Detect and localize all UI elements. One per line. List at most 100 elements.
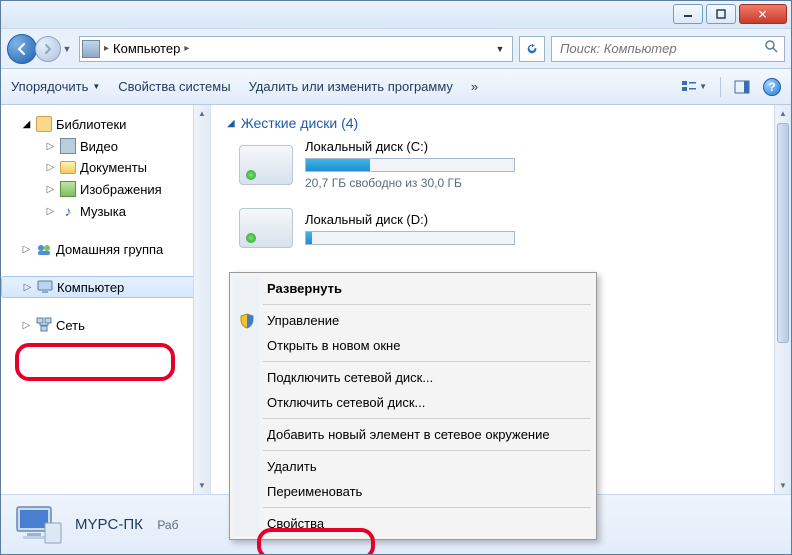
computer-large-icon xyxy=(15,503,63,547)
expander-icon[interactable]: ◢ xyxy=(21,119,32,130)
search-input[interactable] xyxy=(558,40,758,57)
drive-icon xyxy=(239,145,293,185)
minimize-button[interactable] xyxy=(673,4,703,24)
sidebar-item-label: Документы xyxy=(80,160,147,175)
ctx-label: Свойства xyxy=(267,516,324,531)
expander-icon[interactable]: ▷ xyxy=(45,141,56,152)
scroll-down-icon[interactable]: ▼ xyxy=(775,477,791,494)
sidebar-item-homegroup[interactable]: ▷ Домашняя группа xyxy=(1,238,210,260)
nav-tree: ◢ Библиотеки ▷ Видео ▷ Документы ▷ xyxy=(1,113,210,336)
drive-usage-bar xyxy=(305,231,515,245)
drive-item-c[interactable]: Локальный диск (C:) 20,7 ГБ свободно из … xyxy=(239,139,775,190)
organize-label: Упорядочить xyxy=(11,79,88,94)
sidebar-item-label: Библиотеки xyxy=(56,117,126,132)
help-button[interactable]: ? xyxy=(763,78,781,96)
back-button[interactable] xyxy=(7,34,37,64)
ctx-expand[interactable]: Развернуть xyxy=(233,276,593,301)
drive-name: Локальный диск (D:) xyxy=(305,212,515,227)
ctx-disconnect-network-drive[interactable]: Отключить сетевой диск... xyxy=(233,390,593,415)
ctx-delete[interactable]: Удалить xyxy=(233,454,593,479)
expander-icon[interactable]: ▷ xyxy=(45,206,56,217)
ctx-label: Открыть в новом окне xyxy=(267,338,400,353)
search-box[interactable] xyxy=(551,36,785,62)
sidebar-item-label: Домашняя группа xyxy=(56,242,163,257)
sidebar-scrollbar[interactable]: ▲ ▼ xyxy=(193,105,210,494)
documents-icon xyxy=(60,161,76,174)
sidebar-item-pictures[interactable]: ▷ Изображения xyxy=(1,178,210,200)
details-computer-name: MYPC-ПК xyxy=(75,516,143,533)
chevron-down-icon: ▼ xyxy=(92,82,100,91)
ctx-label: Управление xyxy=(267,313,339,328)
expander-icon[interactable]: ▷ xyxy=(45,162,56,173)
drive-free-text: 20,7 ГБ свободно из 30,0 ГБ xyxy=(305,176,515,190)
content-scrollbar[interactable]: ▲ ▼ xyxy=(774,105,791,494)
expander-icon[interactable]: ▷ xyxy=(45,184,56,195)
drive-info: Локальный диск (C:) 20,7 ГБ свободно из … xyxy=(305,139,515,190)
ctx-properties[interactable]: Свойства xyxy=(233,511,593,536)
drive-icon xyxy=(239,208,293,248)
expander-icon[interactable]: ▷ xyxy=(21,244,32,255)
drive-name: Локальный диск (C:) xyxy=(305,139,515,154)
ctx-add-network-location[interactable]: Добавить новый элемент в сетевое окружен… xyxy=(233,422,593,447)
scroll-up-icon[interactable]: ▲ xyxy=(194,105,210,122)
music-icon: ♪ xyxy=(60,203,76,219)
ctx-label: Отключить сетевой диск... xyxy=(267,395,425,410)
expander-icon[interactable]: ▷ xyxy=(22,282,33,293)
sidebar-item-label: Музыка xyxy=(80,204,126,219)
ctx-label: Подключить сетевой диск... xyxy=(267,370,433,385)
section-title: Жесткие диски (4) xyxy=(241,115,359,131)
uninstall-label: Удалить или изменить программу xyxy=(249,79,453,94)
sidebar-item-label: Компьютер xyxy=(57,280,124,295)
network-icon xyxy=(36,317,52,333)
refresh-button[interactable] xyxy=(519,36,545,62)
drive-info: Локальный диск (D:) xyxy=(305,212,515,245)
address-dropdown[interactable]: ▼ xyxy=(490,37,510,61)
collapse-icon[interactable]: ◢ xyxy=(227,118,235,129)
section-header-drives[interactable]: ◢ Жесткие диски (4) xyxy=(227,115,775,131)
ctx-manage[interactable]: Управление xyxy=(233,308,593,333)
sidebar-item-libraries[interactable]: ◢ Библиотеки xyxy=(1,113,210,135)
overflow-label: » xyxy=(471,79,478,94)
preview-pane-button[interactable] xyxy=(729,77,755,97)
homegroup-icon xyxy=(36,241,52,257)
uninstall-programs-button[interactable]: Удалить или изменить программу xyxy=(249,79,453,94)
ctx-label: Переименовать xyxy=(267,484,362,499)
sidebar-item-computer[interactable]: ▷ Компьютер xyxy=(1,276,210,298)
breadcrumb-location[interactable]: Компьютер xyxy=(113,41,180,56)
drive-usage-fill xyxy=(306,232,312,244)
ctx-rename[interactable]: Переименовать xyxy=(233,479,593,504)
change-view-button[interactable]: ▼ xyxy=(676,77,712,97)
sidebar-item-videos[interactable]: ▷ Видео xyxy=(1,135,210,157)
chevron-down-icon: ▼ xyxy=(699,82,707,91)
organize-button[interactable]: Упорядочить ▼ xyxy=(11,79,100,94)
address-bar[interactable]: ▸ Компьютер ▸ ▼ xyxy=(79,36,513,62)
system-properties-button[interactable]: Свойства системы xyxy=(118,79,230,94)
toolbar-overflow-button[interactable]: » xyxy=(471,79,478,94)
nav-history-dropdown[interactable]: ▼ xyxy=(61,39,73,59)
maximize-button[interactable] xyxy=(706,4,736,24)
navigation-bar: ▼ ▸ Компьютер ▸ ▼ xyxy=(1,29,791,69)
sidebar-item-network[interactable]: ▷ Сеть xyxy=(1,314,210,336)
libraries-icon xyxy=(36,116,52,132)
ctx-open-new-window[interactable]: Открыть в новом окне xyxy=(233,333,593,358)
separator xyxy=(263,361,591,362)
sidebar-item-music[interactable]: ▷ ♪ Музыка xyxy=(1,200,210,222)
forward-button[interactable] xyxy=(35,36,61,62)
command-bar: Упорядочить ▼ Свойства системы Удалить и… xyxy=(1,69,791,105)
explorer-window: ✕ ▼ ▸ Компьютер ▸ ▼ xyxy=(0,0,792,555)
shield-icon xyxy=(239,313,255,329)
sidebar-item-label: Сеть xyxy=(56,318,85,333)
expander-icon[interactable]: ▷ xyxy=(21,320,32,331)
scroll-down-icon[interactable]: ▼ xyxy=(194,477,210,494)
scroll-up-icon[interactable]: ▲ xyxy=(775,105,791,122)
separator xyxy=(263,418,591,419)
ctx-map-network-drive[interactable]: Подключить сетевой диск... xyxy=(233,365,593,390)
drive-usage-bar xyxy=(305,158,515,172)
separator xyxy=(263,507,591,508)
sidebar-item-documents[interactable]: ▷ Документы xyxy=(1,157,210,178)
close-button[interactable]: ✕ xyxy=(739,4,787,24)
drive-item-d[interactable]: Локальный диск (D:) xyxy=(239,208,775,248)
system-properties-label: Свойства системы xyxy=(118,79,230,94)
scrollbar-thumb[interactable] xyxy=(777,123,789,343)
breadcrumb-separator[interactable]: ▸ xyxy=(184,43,189,54)
